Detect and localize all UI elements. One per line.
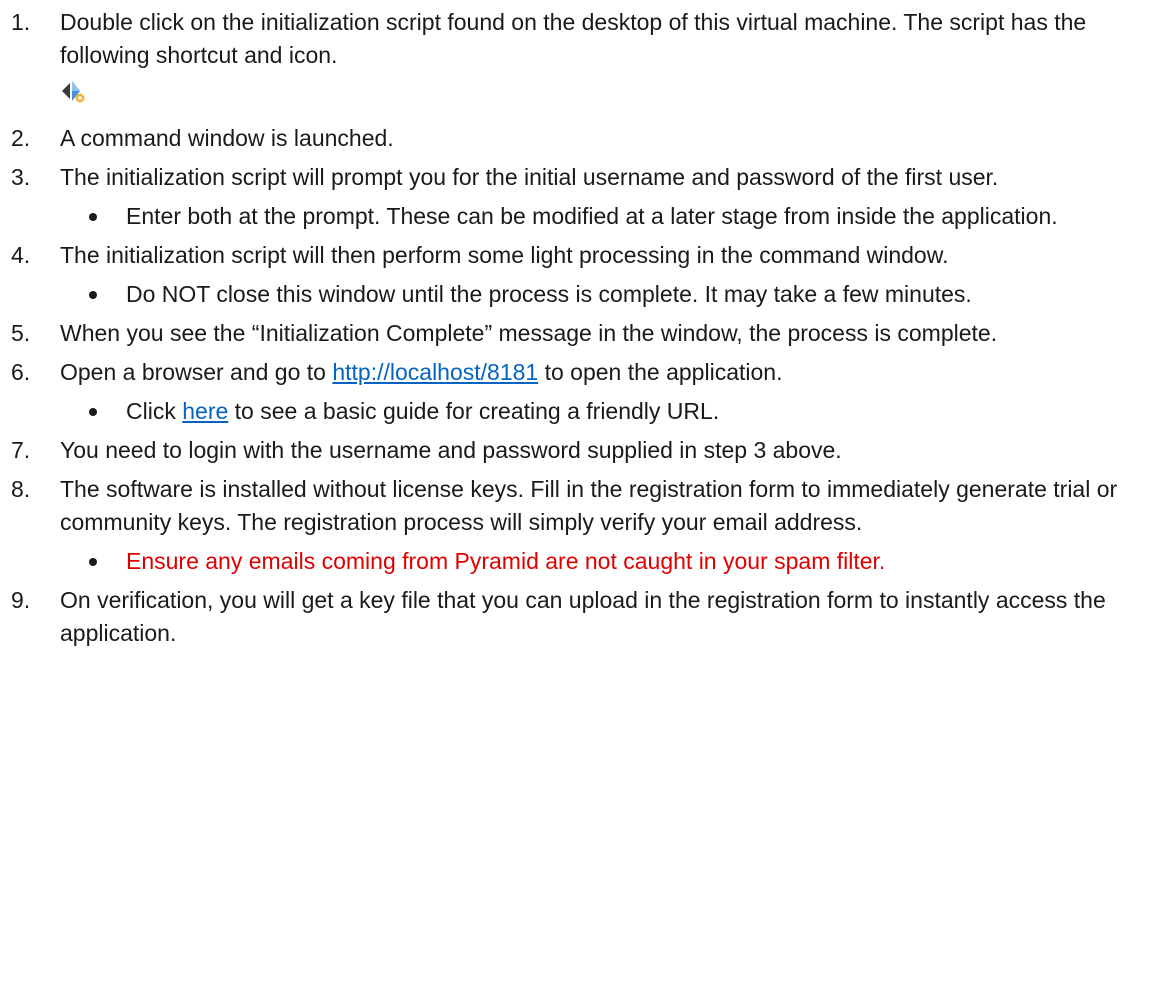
step-text: A command window is launched. [60,125,394,151]
step-text: On verification, you will get a key file… [60,587,1106,646]
step-text-pre: Open a browser and go to [60,359,333,385]
step-3: 3. The initialization script will prompt… [0,161,1150,233]
step-number: 3. [11,164,31,190]
step-5: 5. When you see the “Initialization Comp… [0,317,1150,350]
step-text: The initialization script will prompt yo… [60,164,999,190]
step-bullets: Do NOT close this window until the proce… [60,278,1150,311]
steps-list: 1. Double click on the initialization sc… [0,6,1150,650]
step-number: 7. [11,437,31,463]
bullet-icon [89,291,97,299]
step-8: 8. The software is installed without lic… [0,473,1150,578]
step-text: When you see the “Initialization Complet… [60,320,998,346]
step-bullets: Enter both at the prompt. These can be m… [60,200,1150,233]
bullet-icon [89,558,97,566]
step-7: 7. You need to login with the username a… [0,434,1150,467]
step-9: 9. On verification, you will get a key f… [0,584,1150,650]
step-number: 8. [11,476,31,502]
step-text-post: to open the application. [538,359,783,385]
step-bullets: Ensure any emails coming from Pyramid ar… [60,545,1150,578]
step-number: 1. [11,9,31,35]
bullet-icon [89,213,97,221]
step-1: 1. Double click on the initialization sc… [0,6,1150,116]
step-4: 4. The initialization script will then p… [0,239,1150,311]
step-text: You need to login with the username and … [60,437,842,463]
step-text: The initialization script will then perf… [60,242,949,268]
pyramid-script-icon [60,78,86,104]
bullet-text-post: to see a basic guide for creating a frie… [228,398,720,424]
step-number: 9. [11,587,31,613]
warning-text: Ensure any emails coming from Pyramid ar… [126,548,886,574]
step-text: Double click on the initialization scrip… [60,9,1087,68]
bullet-icon [89,408,97,416]
bullet-item: Enter both at the prompt. These can be m… [60,200,1150,233]
step-6: 6. Open a browser and go to http://local… [0,356,1150,428]
step-number: 6. [11,359,31,385]
step-bullets: Click here to see a basic guide for crea… [60,395,1150,428]
instructions-document: 1. Double click on the initialization sc… [0,0,1150,650]
warning-bullet-item: Ensure any emails coming from Pyramid ar… [60,545,1150,578]
step-number: 2. [11,125,31,151]
bullet-item: Do NOT close this window until the proce… [60,278,1150,311]
here-link[interactable]: here [182,398,228,424]
step-2: 2. A command window is launched. [0,122,1150,155]
step-number: 5. [11,320,31,346]
bullet-text-pre: Click [126,398,183,424]
localhost-link[interactable]: http://localhost/8181 [332,359,538,385]
bullet-item: Click here to see a basic guide for crea… [60,395,1150,428]
step-text: The software is installed without licens… [60,476,1118,535]
step-number: 4. [11,242,31,268]
